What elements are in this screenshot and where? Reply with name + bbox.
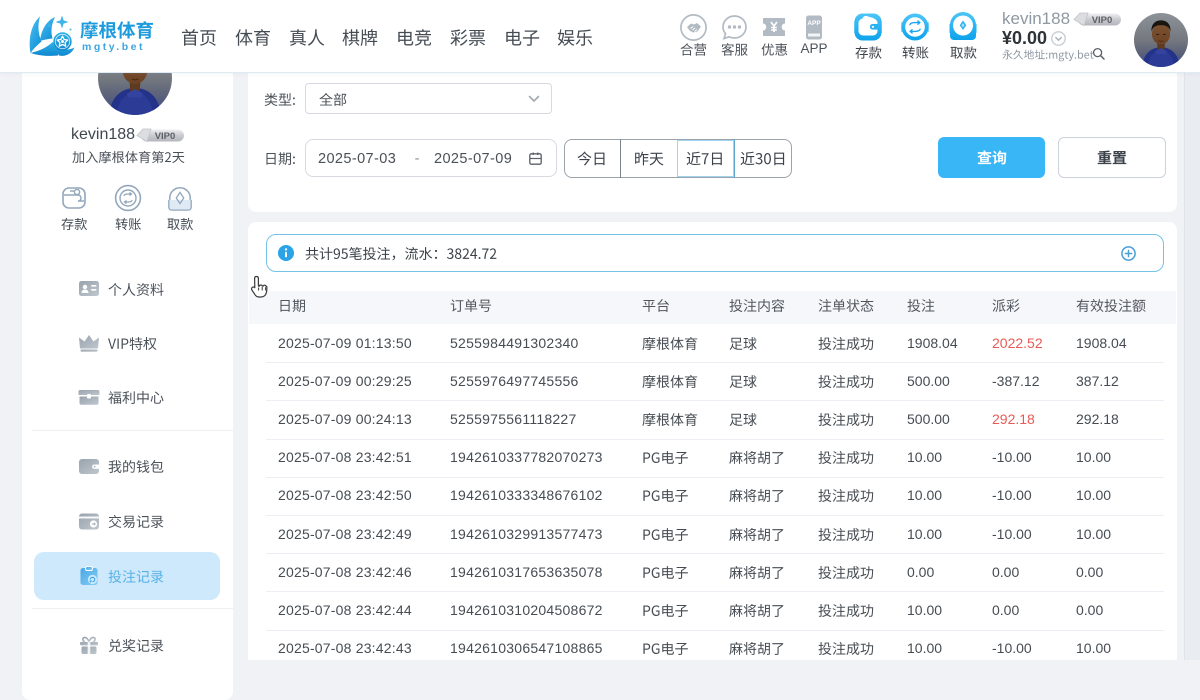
svg-text:VIP0: VIP0 — [155, 131, 176, 142]
svg-text:APP: APP — [807, 20, 821, 27]
svg-text:VIP0: VIP0 — [1092, 15, 1113, 26]
